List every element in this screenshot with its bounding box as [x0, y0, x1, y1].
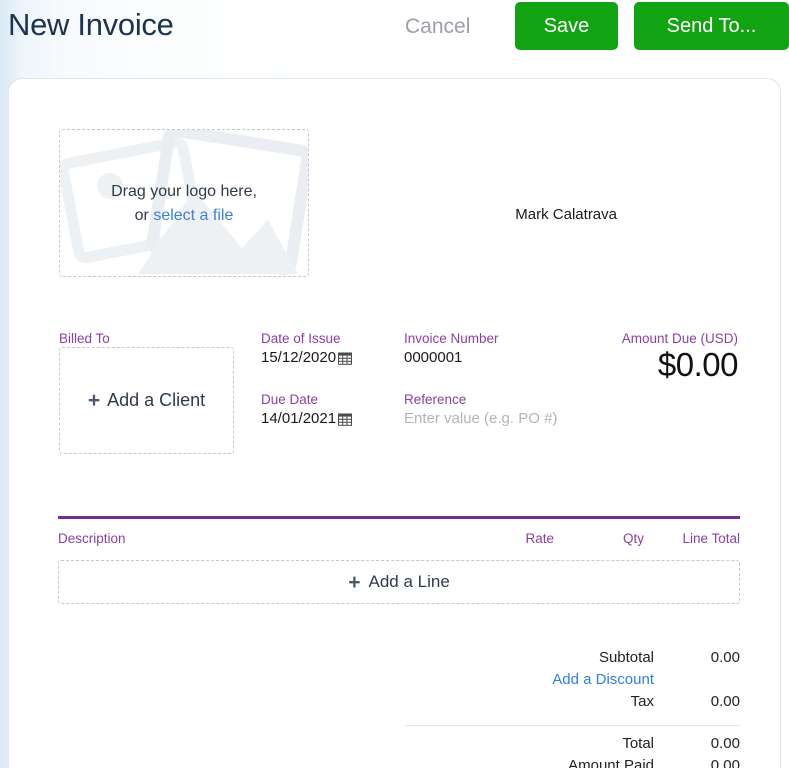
- invoice-editor-page: New Invoice Cancel Save Send To... Drag …: [0, 0, 789, 768]
- save-button[interactable]: Save: [515, 2, 618, 50]
- due-date-label: Due Date: [261, 392, 319, 407]
- sender-name-field[interactable]: Mark Calatrava: [409, 206, 617, 230]
- add-client-label: Add a Client: [107, 390, 206, 410]
- plus-icon: +: [87, 389, 101, 412]
- date-of-issue-value: 15/12/2020: [261, 349, 337, 366]
- calendar-icon: [338, 413, 353, 426]
- logo-dropzone-line2: or select a file: [60, 204, 308, 228]
- invoice-number-field[interactable]: 0000001: [404, 349, 462, 366]
- totals-row-tax: Tax 0.00: [405, 693, 740, 715]
- add-line-label: Add a Line: [368, 572, 450, 591]
- amount-due-label: Amount Due (USD): [621, 331, 738, 346]
- tax-label: Tax: [630, 693, 654, 710]
- column-header-qty: Qty: [622, 531, 644, 546]
- calendar-icon: [338, 352, 353, 365]
- date-of-issue-label: Date of Issue: [261, 331, 341, 346]
- top-action-bar: New Invoice Cancel Save Send To...: [0, 0, 789, 78]
- due-date-value: 14/01/2021: [261, 410, 337, 427]
- line-items-table: Description Rate Qty Line Total + Add a …: [58, 516, 740, 604]
- subtotal-label: Subtotal: [598, 649, 654, 666]
- totals-row-amount-paid: Amount Paid 0.00: [405, 757, 740, 768]
- plus-icon: +: [348, 570, 361, 594]
- add-line-button[interactable]: + Add a Line: [58, 560, 740, 604]
- totals-row-discount: Add a Discount: [405, 671, 740, 693]
- invoice-number-label: Invoice Number: [404, 331, 499, 346]
- logo-dropzone-line1: Drag your logo here,: [111, 183, 257, 200]
- total-value: 0.00: [710, 735, 740, 752]
- date-of-issue-field[interactable]: 15/12/2020: [261, 349, 353, 366]
- totals-row-total: Total 0.00: [405, 735, 740, 757]
- due-date-field[interactable]: 14/01/2021: [261, 410, 353, 427]
- reference-label: Reference: [404, 392, 467, 407]
- page-title: New Invoice: [8, 7, 174, 42]
- amount-paid-label: Amount Paid: [568, 757, 654, 768]
- reference-input[interactable]: Enter value (e.g. PO #): [404, 410, 557, 427]
- cancel-button[interactable]: Cancel: [405, 15, 470, 39]
- column-header-rate: Rate: [525, 531, 554, 546]
- logo-or-text: or: [134, 207, 154, 224]
- logo-dropzone[interactable]: Drag your logo here, or select a file: [59, 129, 309, 277]
- logo-dropzone-text: Drag your logo here, or select a file: [60, 180, 308, 228]
- add-client-button[interactable]: + Add a Client: [59, 347, 234, 454]
- billed-to-label: Billed To: [59, 331, 110, 346]
- amount-due-value: $0.00: [657, 346, 739, 383]
- line-items-header-row: Description Rate Qty Line Total: [58, 516, 740, 546]
- amount-paid-value: 0.00: [710, 757, 740, 768]
- column-header-line-total: Line Total: [682, 531, 740, 546]
- select-a-file-link[interactable]: select a file: [153, 207, 233, 224]
- column-header-description: Description: [58, 531, 126, 546]
- totals-section: Subtotal 0.00 Add a Discount Tax 0.00 To…: [405, 649, 740, 768]
- send-to-button[interactable]: Send To...: [634, 2, 789, 50]
- totals-divider: [405, 725, 740, 726]
- add-client-inner: + Add a Client: [88, 390, 205, 411]
- tax-value: 0.00: [710, 693, 740, 710]
- add-discount-link[interactable]: Add a Discount: [552, 671, 740, 693]
- subtotal-value: 0.00: [710, 649, 740, 666]
- totals-row-subtotal: Subtotal 0.00: [405, 649, 740, 671]
- total-label: Total: [622, 735, 654, 752]
- invoice-card: Drag your logo here, or select a file Ma…: [8, 78, 781, 768]
